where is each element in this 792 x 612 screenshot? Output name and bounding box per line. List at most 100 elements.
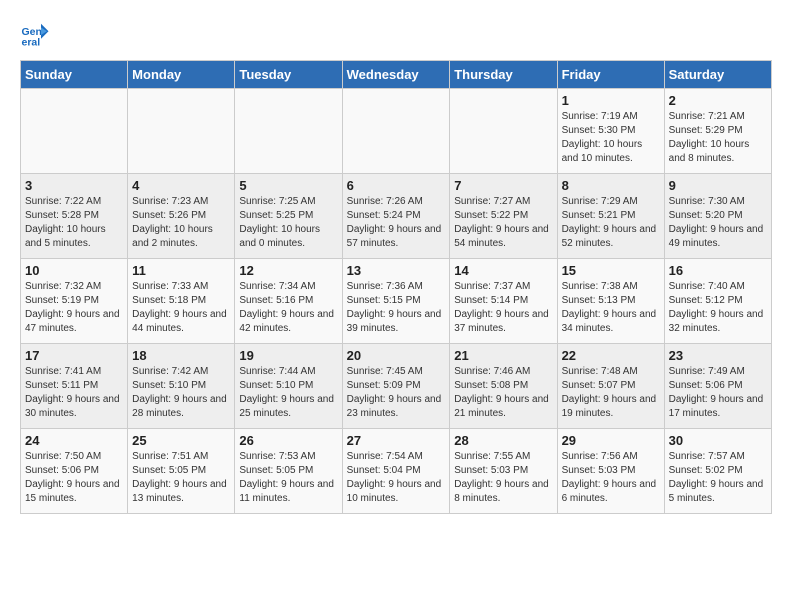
day-info: Sunrise: 7:46 AM Sunset: 5:08 PM Dayligh… [454, 365, 552, 421]
day-info: Sunrise: 7:45 AM Sunset: 5:09 PM Dayligh… [347, 365, 446, 421]
day-number: 20 [347, 348, 446, 363]
day-cell-22: 22 Sunrise: 7:48 AM Sunset: 5:07 PM Dayli… [557, 344, 664, 429]
weekday-header-wednesday: Wednesday [342, 61, 450, 89]
day-info: Sunrise: 7:32 AM Sunset: 5:19 PM Dayligh… [25, 280, 123, 336]
day-cell-3: 3 Sunrise: 7:22 AM Sunset: 5:28 PM Daylig… [21, 174, 128, 259]
day-info: Sunrise: 7:44 AM Sunset: 5:10 PM Dayligh… [239, 365, 337, 421]
day-number: 25 [132, 433, 230, 448]
day-cell-13: 13 Sunrise: 7:36 AM Sunset: 5:15 PM Dayli… [342, 259, 450, 344]
week-row-2: 3 Sunrise: 7:22 AM Sunset: 5:28 PM Daylig… [21, 174, 772, 259]
weekday-header-sunday: Sunday [21, 61, 128, 89]
day-info: Sunrise: 7:30 AM Sunset: 5:20 PM Dayligh… [669, 195, 767, 251]
day-number: 17 [25, 348, 123, 363]
day-cell-7: 7 Sunrise: 7:27 AM Sunset: 5:22 PM Daylig… [450, 174, 557, 259]
day-number: 24 [25, 433, 123, 448]
day-info: Sunrise: 7:26 AM Sunset: 5:24 PM Dayligh… [347, 195, 446, 251]
weekday-header-saturday: Saturday [664, 61, 771, 89]
day-number: 29 [562, 433, 660, 448]
day-info: Sunrise: 7:48 AM Sunset: 5:07 PM Dayligh… [562, 365, 660, 421]
day-cell-9: 9 Sunrise: 7:30 AM Sunset: 5:20 PM Daylig… [664, 174, 771, 259]
header-row: SundayMondayTuesdayWednesdayThursdayFrid… [21, 61, 772, 89]
day-number: 12 [239, 263, 337, 278]
day-info: Sunrise: 7:29 AM Sunset: 5:21 PM Dayligh… [562, 195, 660, 251]
day-cell-30: 30 Sunrise: 7:57 AM Sunset: 5:02 PM Dayli… [664, 429, 771, 514]
day-cell-20: 20 Sunrise: 7:45 AM Sunset: 5:09 PM Dayli… [342, 344, 450, 429]
day-info: Sunrise: 7:37 AM Sunset: 5:14 PM Dayligh… [454, 280, 552, 336]
day-cell-28: 28 Sunrise: 7:55 AM Sunset: 5:03 PM Dayli… [450, 429, 557, 514]
week-row-4: 17 Sunrise: 7:41 AM Sunset: 5:11 PM Dayli… [21, 344, 772, 429]
day-cell-26: 26 Sunrise: 7:53 AM Sunset: 5:05 PM Dayli… [235, 429, 342, 514]
calendar-table: SundayMondayTuesdayWednesdayThursdayFrid… [20, 60, 772, 514]
day-number: 23 [669, 348, 767, 363]
empty-cell [235, 89, 342, 174]
day-cell-16: 16 Sunrise: 7:40 AM Sunset: 5:12 PM Dayli… [664, 259, 771, 344]
day-cell-10: 10 Sunrise: 7:32 AM Sunset: 5:19 PM Dayli… [21, 259, 128, 344]
day-info: Sunrise: 7:42 AM Sunset: 5:10 PM Dayligh… [132, 365, 230, 421]
day-number: 21 [454, 348, 552, 363]
day-number: 3 [25, 178, 123, 193]
day-number: 5 [239, 178, 337, 193]
day-info: Sunrise: 7:40 AM Sunset: 5:12 PM Dayligh… [669, 280, 767, 336]
day-info: Sunrise: 7:33 AM Sunset: 5:18 PM Dayligh… [132, 280, 230, 336]
day-info: Sunrise: 7:41 AM Sunset: 5:11 PM Dayligh… [25, 365, 123, 421]
week-row-3: 10 Sunrise: 7:32 AM Sunset: 5:19 PM Dayli… [21, 259, 772, 344]
day-cell-8: 8 Sunrise: 7:29 AM Sunset: 5:21 PM Daylig… [557, 174, 664, 259]
day-number: 18 [132, 348, 230, 363]
day-number: 13 [347, 263, 446, 278]
day-number: 1 [562, 93, 660, 108]
day-cell-15: 15Sunrise: 7:38 AM Sunset: 5:13 PM Dayli… [557, 259, 664, 344]
day-cell-6: 6 Sunrise: 7:26 AM Sunset: 5:24 PM Daylig… [342, 174, 450, 259]
day-cell-24: 24 Sunrise: 7:50 AM Sunset: 5:06 PM Dayli… [21, 429, 128, 514]
day-cell-25: 25 Sunrise: 7:51 AM Sunset: 5:05 PM Dayli… [128, 429, 235, 514]
day-number: 14 [454, 263, 552, 278]
day-number: 30 [669, 433, 767, 448]
day-number: 15 [562, 263, 660, 278]
week-row-1: 1Sunrise: 7:19 AM Sunset: 5:30 PM Daylig… [21, 89, 772, 174]
day-number: 11 [132, 263, 230, 278]
day-info: Sunrise: 7:27 AM Sunset: 5:22 PM Dayligh… [454, 195, 552, 251]
day-cell-23: 23 Sunrise: 7:49 AM Sunset: 5:06 PM Dayli… [664, 344, 771, 429]
day-cell-4: 4 Sunrise: 7:23 AM Sunset: 5:26 PM Daylig… [128, 174, 235, 259]
day-info: Sunrise: 7:50 AM Sunset: 5:06 PM Dayligh… [25, 450, 123, 506]
day-number: 2 [669, 93, 767, 108]
day-number: 22 [562, 348, 660, 363]
day-number: 7 [454, 178, 552, 193]
weekday-header-friday: Friday [557, 61, 664, 89]
day-cell-19: 19 Sunrise: 7:44 AM Sunset: 5:10 PM Dayli… [235, 344, 342, 429]
day-cell-17: 17 Sunrise: 7:41 AM Sunset: 5:11 PM Dayli… [21, 344, 128, 429]
day-info: Sunrise: 7:36 AM Sunset: 5:15 PM Dayligh… [347, 280, 446, 336]
day-cell-18: 18 Sunrise: 7:42 AM Sunset: 5:10 PM Dayli… [128, 344, 235, 429]
empty-cell [21, 89, 128, 174]
day-cell-27: 27Sunrise: 7:54 AM Sunset: 5:04 PM Dayli… [342, 429, 450, 514]
day-number: 19 [239, 348, 337, 363]
day-number: 8 [562, 178, 660, 193]
day-cell-12: 12 Sunrise: 7:34 AM Sunset: 5:16 PM Dayli… [235, 259, 342, 344]
logo: Gen eral [20, 20, 54, 50]
calendar-body: 1Sunrise: 7:19 AM Sunset: 5:30 PM Daylig… [21, 89, 772, 514]
day-number: 10 [25, 263, 123, 278]
day-number: 26 [239, 433, 337, 448]
day-cell-1: 1Sunrise: 7:19 AM Sunset: 5:30 PM Daylig… [557, 89, 664, 174]
day-number: 4 [132, 178, 230, 193]
day-info: Sunrise: 7:49 AM Sunset: 5:06 PM Dayligh… [669, 365, 767, 421]
day-info: Sunrise: 7:56 AM Sunset: 5:03 PM Dayligh… [562, 450, 660, 506]
day-cell-2: 2Sunrise: 7:21 AM Sunset: 5:29 PM Daylig… [664, 89, 771, 174]
day-info: Sunrise: 7:22 AM Sunset: 5:28 PM Dayligh… [25, 195, 123, 251]
day-cell-29: 29 Sunrise: 7:56 AM Sunset: 5:03 PM Dayli… [557, 429, 664, 514]
day-info: Sunrise: 7:57 AM Sunset: 5:02 PM Dayligh… [669, 450, 767, 506]
day-number: 16 [669, 263, 767, 278]
day-info: Sunrise: 7:25 AM Sunset: 5:25 PM Dayligh… [239, 195, 337, 251]
day-info: Sunrise: 7:51 AM Sunset: 5:05 PM Dayligh… [132, 450, 230, 506]
day-number: 28 [454, 433, 552, 448]
day-info: Sunrise: 7:23 AM Sunset: 5:26 PM Dayligh… [132, 195, 230, 251]
day-cell-11: 11 Sunrise: 7:33 AM Sunset: 5:18 PM Dayli… [128, 259, 235, 344]
day-number: 9 [669, 178, 767, 193]
empty-cell [450, 89, 557, 174]
week-row-5: 24 Sunrise: 7:50 AM Sunset: 5:06 PM Dayli… [21, 429, 772, 514]
day-number: 6 [347, 178, 446, 193]
day-info: Sunrise: 7:54 AM Sunset: 5:04 PM Dayligh… [347, 450, 446, 506]
day-info: Sunrise: 7:53 AM Sunset: 5:05 PM Dayligh… [239, 450, 337, 506]
empty-cell [128, 89, 235, 174]
day-info: Sunrise: 7:34 AM Sunset: 5:16 PM Dayligh… [239, 280, 337, 336]
day-info: Sunrise: 7:55 AM Sunset: 5:03 PM Dayligh… [454, 450, 552, 506]
